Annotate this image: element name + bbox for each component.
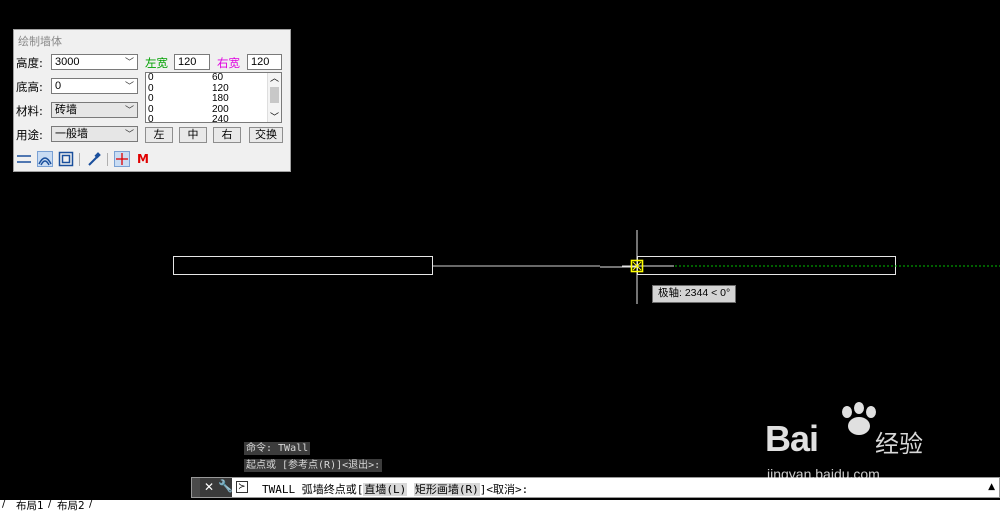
list-item[interactable]: 0 180	[146, 93, 281, 105]
toolbar-divider	[107, 153, 108, 166]
option-rect-wall[interactable]: 矩形画墙(R)	[413, 483, 480, 496]
tab-divider: /	[89, 500, 93, 510]
rect-wall-icon[interactable]	[58, 151, 74, 167]
polar-tracking-tooltip: 极轴: 2344 < 0°	[652, 285, 737, 303]
chevron-up-icon[interactable]: ︿	[270, 73, 279, 84]
chevron-down-icon: ﹀	[124, 105, 134, 115]
panel-title: 绘制墙体	[18, 35, 62, 48]
usage-label: 用途:	[16, 128, 43, 142]
wall-segment-left[interactable]	[173, 256, 433, 275]
list-item[interactable]: 0 60	[146, 73, 281, 84]
tab-divider: /	[2, 500, 6, 510]
wall-width-list[interactable]: 0 60 0 120 0 180 0 200 0 240 ︿ ﹀	[145, 72, 282, 123]
chevron-down-icon: ﹀	[124, 57, 134, 67]
tab-divider: /	[48, 500, 52, 510]
right-width-label: 右宽	[217, 56, 240, 70]
list-item[interactable]: 0 240	[146, 114, 281, 122]
snap-cross-icon[interactable]	[114, 151, 130, 167]
material-label: 材料:	[16, 104, 43, 118]
swap-button[interactable]: 交换	[249, 127, 283, 143]
material-combo[interactable]: 砖墙 ﹀	[51, 102, 138, 118]
toolbar-divider	[79, 153, 80, 166]
height-combo[interactable]: 3000 ﹀	[51, 54, 138, 70]
draw-wall-panel: 绘制墙体 高度: 3000 ﹀ 左宽 120 右宽 120 底高: 0 ﹀ 材料…	[13, 29, 291, 172]
tab-layout1[interactable]: 布局1	[16, 500, 44, 511]
chevron-down-icon[interactable]: ﹀	[270, 112, 279, 123]
watermark-brand: Bai	[765, 418, 819, 459]
right-width-input[interactable]: 120	[247, 54, 282, 70]
prompt-prefix: TWALL 弧墙终点或[	[262, 483, 364, 496]
base-height-combo[interactable]: 0 ﹀	[51, 78, 138, 94]
command-history-line-1: 命令: TWall	[244, 442, 311, 455]
layout-tabs: / 布局1 / 布局2 /	[0, 500, 1000, 511]
chevron-down-icon: ﹀	[124, 129, 134, 139]
base-height-label: 底高:	[16, 80, 43, 94]
close-icon[interactable]: ✕	[204, 480, 214, 494]
arc-wall-icon[interactable]	[37, 151, 53, 167]
material-value: 砖墙	[55, 104, 77, 116]
align-left-button[interactable]: 左	[145, 127, 173, 143]
command-prompt-icon[interactable]: ≻	[236, 481, 248, 493]
scrollbar-thumb[interactable]	[270, 87, 279, 103]
option-straight-wall[interactable]: 直墙(L)	[363, 483, 408, 496]
height-value: 3000	[55, 56, 80, 68]
drag-grip-icon[interactable]	[192, 478, 200, 497]
command-history-line-2: 起点或 [参考点(R)]<退出>:	[244, 459, 383, 472]
command-bar-tools: ✕ 🔧	[200, 478, 233, 497]
watermark-url: jingyan.baidu.com	[767, 466, 880, 482]
align-right-button[interactable]: 右	[213, 127, 241, 143]
tab-layout2[interactable]: 布局2	[57, 500, 85, 511]
height-label: 高度:	[16, 56, 43, 70]
usage-combo[interactable]: 一般墙 ﹀	[51, 126, 138, 142]
chevron-down-icon: ﹀	[124, 81, 134, 91]
usage-value: 一般墙	[55, 128, 88, 140]
left-width-label: 左宽	[145, 56, 168, 70]
left-width-input[interactable]: 120	[174, 54, 210, 70]
wrench-icon[interactable]: 🔧	[218, 479, 233, 493]
pick-dropper-icon[interactable]	[86, 151, 102, 167]
base-height-value: 0	[55, 80, 62, 92]
command-prompt[interactable]: TWALL 弧墙终点或[直墙(L) 矩形画墙(R)]<取消>:	[262, 481, 528, 497]
baidu-watermark: Bai 经验 jingyan.baidu.com	[765, 402, 965, 490]
m-mode-button[interactable]: M	[135, 151, 151, 167]
align-center-button[interactable]: 中	[179, 127, 207, 143]
list-scrollbar[interactable]: ︿ ﹀	[267, 73, 281, 122]
scroll-up-icon[interactable]: ▲	[988, 482, 995, 492]
watermark-text: 经验	[875, 430, 923, 458]
prompt-suffix: ]<取消>:	[479, 483, 529, 496]
straight-wall-icon[interactable]	[16, 151, 32, 167]
